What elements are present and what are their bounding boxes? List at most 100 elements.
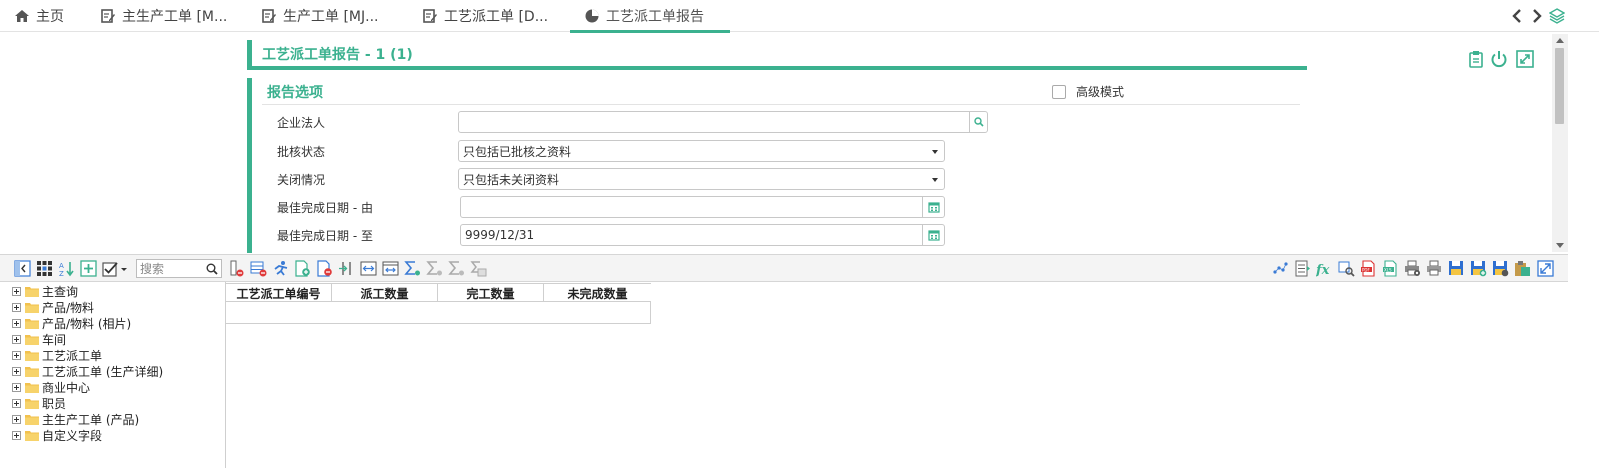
tab-label: 工艺派工单 [D... <box>444 9 549 25</box>
tree-item[interactable]: 主生产工单 (产品) <box>12 412 139 427</box>
tab-bar: 主页 主生产工单 [M... 生产工单 [MJ... 工艺派工单 [D... 工… <box>0 0 1599 33</box>
layers-icon[interactable] <box>1549 8 1565 24</box>
tree-item[interactable]: 工艺派工单 (生产详细) <box>12 364 163 379</box>
export-pdf-icon[interactable]: PDF <box>1360 260 1377 277</box>
expand-icon[interactable] <box>12 367 21 376</box>
search-input[interactable]: 搜索 <box>136 259 222 278</box>
remove-column-icon[interactable] <box>228 260 245 277</box>
paste-icon[interactable] <box>1514 260 1531 277</box>
subtotal-disabled-icon[interactable] <box>448 260 465 277</box>
folder-icon <box>25 431 39 441</box>
export-excel-icon[interactable]: XLS <box>1382 260 1399 277</box>
close-status-select[interactable]: 只包括未关闭资料 <box>458 168 945 190</box>
column-settings-icon[interactable] <box>1294 260 1311 277</box>
tab-production-order[interactable]: 生产工单 [MJ... <box>261 0 378 32</box>
chevron-down-icon <box>932 178 938 182</box>
legal-entity-input[interactable] <box>458 111 988 133</box>
tree-item[interactable]: 自定义字段 <box>12 428 102 443</box>
date-from-label: 最佳完成日期 - 由 <box>277 200 373 215</box>
expand-icon[interactable] <box>12 351 21 360</box>
column-header[interactable]: 工艺派工单编号 <box>226 284 332 302</box>
expand-icon[interactable] <box>1516 50 1534 68</box>
tree-item[interactable]: 职员 <box>12 396 66 411</box>
tree-item[interactable]: 产品/物料 <box>12 300 94 315</box>
save-icon[interactable] <box>1448 260 1465 277</box>
print-settings-icon[interactable] <box>1404 260 1421 277</box>
date-picker-button[interactable] <box>922 225 944 245</box>
date-picker-button[interactable] <box>922 197 944 217</box>
field-tree-panel: 主查询 产品/物料 产品/物料 (相片) 车间 工艺派工单 工艺派工单 (生产详… <box>0 282 226 468</box>
expand-icon[interactable] <box>12 415 21 424</box>
report-grid: 工艺派工单编号 派工数量 完工数量 未完成数量 <box>226 283 651 324</box>
sum-icon[interactable] <box>404 260 421 277</box>
lookup-button[interactable] <box>969 112 987 132</box>
chevron-right-icon[interactable] <box>1530 8 1544 24</box>
date-to-input[interactable]: 9999/12/31 <box>460 224 945 246</box>
merge-columns-icon[interactable] <box>360 260 377 277</box>
formula-icon[interactable]: fx <box>1316 260 1333 277</box>
tab-master-production-order[interactable]: 主生产工单 [M... <box>100 0 227 32</box>
tab-dispatch-order[interactable]: 工艺派工单 [D... <box>422 0 548 32</box>
chevron-left-icon[interactable] <box>1510 8 1524 24</box>
total-settings-disabled-icon[interactable] <box>470 260 487 277</box>
tree-item[interactable]: 车间 <box>12 332 66 347</box>
options-header: 报告选项 <box>267 85 323 101</box>
collapse-panel-icon[interactable] <box>14 260 31 277</box>
tab-dispatch-report[interactable]: 工艺派工单报告 <box>570 0 730 33</box>
calendar-icon <box>927 202 940 213</box>
expand-icon[interactable] <box>12 383 21 392</box>
remove-row-icon[interactable] <box>250 260 267 277</box>
expand-icon[interactable] <box>12 335 21 344</box>
fullscreen-icon[interactable] <box>1537 260 1554 277</box>
sum-disabled-icon[interactable] <box>426 260 443 277</box>
split-column-icon[interactable] <box>338 260 355 277</box>
advanced-mode-toggle[interactable]: 高级模式 <box>1052 83 1124 100</box>
edit-doc-icon <box>423 9 437 23</box>
folder-icon <box>25 335 39 345</box>
add-document-icon[interactable] <box>294 260 311 277</box>
print-preview-icon[interactable] <box>1426 260 1443 277</box>
column-header[interactable]: 派工数量 <box>332 284 438 302</box>
date-from-input[interactable] <box>460 196 945 218</box>
tree-item[interactable]: 工艺派工单 <box>12 348 102 363</box>
save-as-icon[interactable] <box>1492 260 1509 277</box>
sort-az-icon[interactable]: AZ <box>58 260 75 277</box>
tree-item[interactable]: 商业中心 <box>12 380 90 395</box>
tree-item[interactable]: 产品/物料 (相片) <box>12 316 131 331</box>
clipboard-icon[interactable] <box>1467 50 1485 68</box>
pie-chart-icon <box>585 9 599 23</box>
divider <box>262 104 1300 105</box>
scatter-chart-icon[interactable] <box>1272 260 1289 277</box>
expand-icon[interactable] <box>12 319 21 328</box>
expand-icon[interactable] <box>12 431 21 440</box>
save-add-icon[interactable] <box>1470 260 1487 277</box>
pivot-icon[interactable] <box>382 260 399 277</box>
approval-status-select[interactable]: 只包括已批核之资料 <box>458 140 945 162</box>
select-dropdown-icon[interactable] <box>102 260 128 277</box>
advanced-mode-checkbox[interactable] <box>1052 84 1066 99</box>
edit-doc-icon <box>262 9 276 23</box>
column-header[interactable]: 未完成数量 <box>544 284 651 302</box>
vertical-scrollbar[interactable] <box>1552 34 1568 252</box>
grid-view-icon[interactable] <box>36 260 53 277</box>
tab-label: 工艺派工单报告 <box>606 9 704 25</box>
calendar-icon <box>927 230 940 241</box>
folder-icon <box>25 399 39 409</box>
scrollbar-thumb[interactable] <box>1555 48 1564 124</box>
scroll-up-arrow[interactable] <box>1556 38 1564 43</box>
svg-text:A: A <box>59 262 64 270</box>
run-icon[interactable] <box>272 260 289 277</box>
find-icon[interactable] <box>1338 260 1355 277</box>
column-header[interactable]: 完工数量 <box>438 284 544 302</box>
expand-icon[interactable] <box>12 287 21 296</box>
add-icon[interactable] <box>80 260 97 277</box>
tree-item[interactable]: 主查询 <box>12 284 78 299</box>
expand-icon[interactable] <box>12 303 21 312</box>
search-icon[interactable] <box>206 263 218 275</box>
scroll-down-arrow[interactable] <box>1556 243 1564 248</box>
power-icon[interactable] <box>1490 50 1508 68</box>
delete-document-icon[interactable] <box>316 260 333 277</box>
expand-icon[interactable] <box>12 399 21 408</box>
search-icon <box>973 117 984 127</box>
tab-home[interactable]: 主页 <box>14 0 64 32</box>
